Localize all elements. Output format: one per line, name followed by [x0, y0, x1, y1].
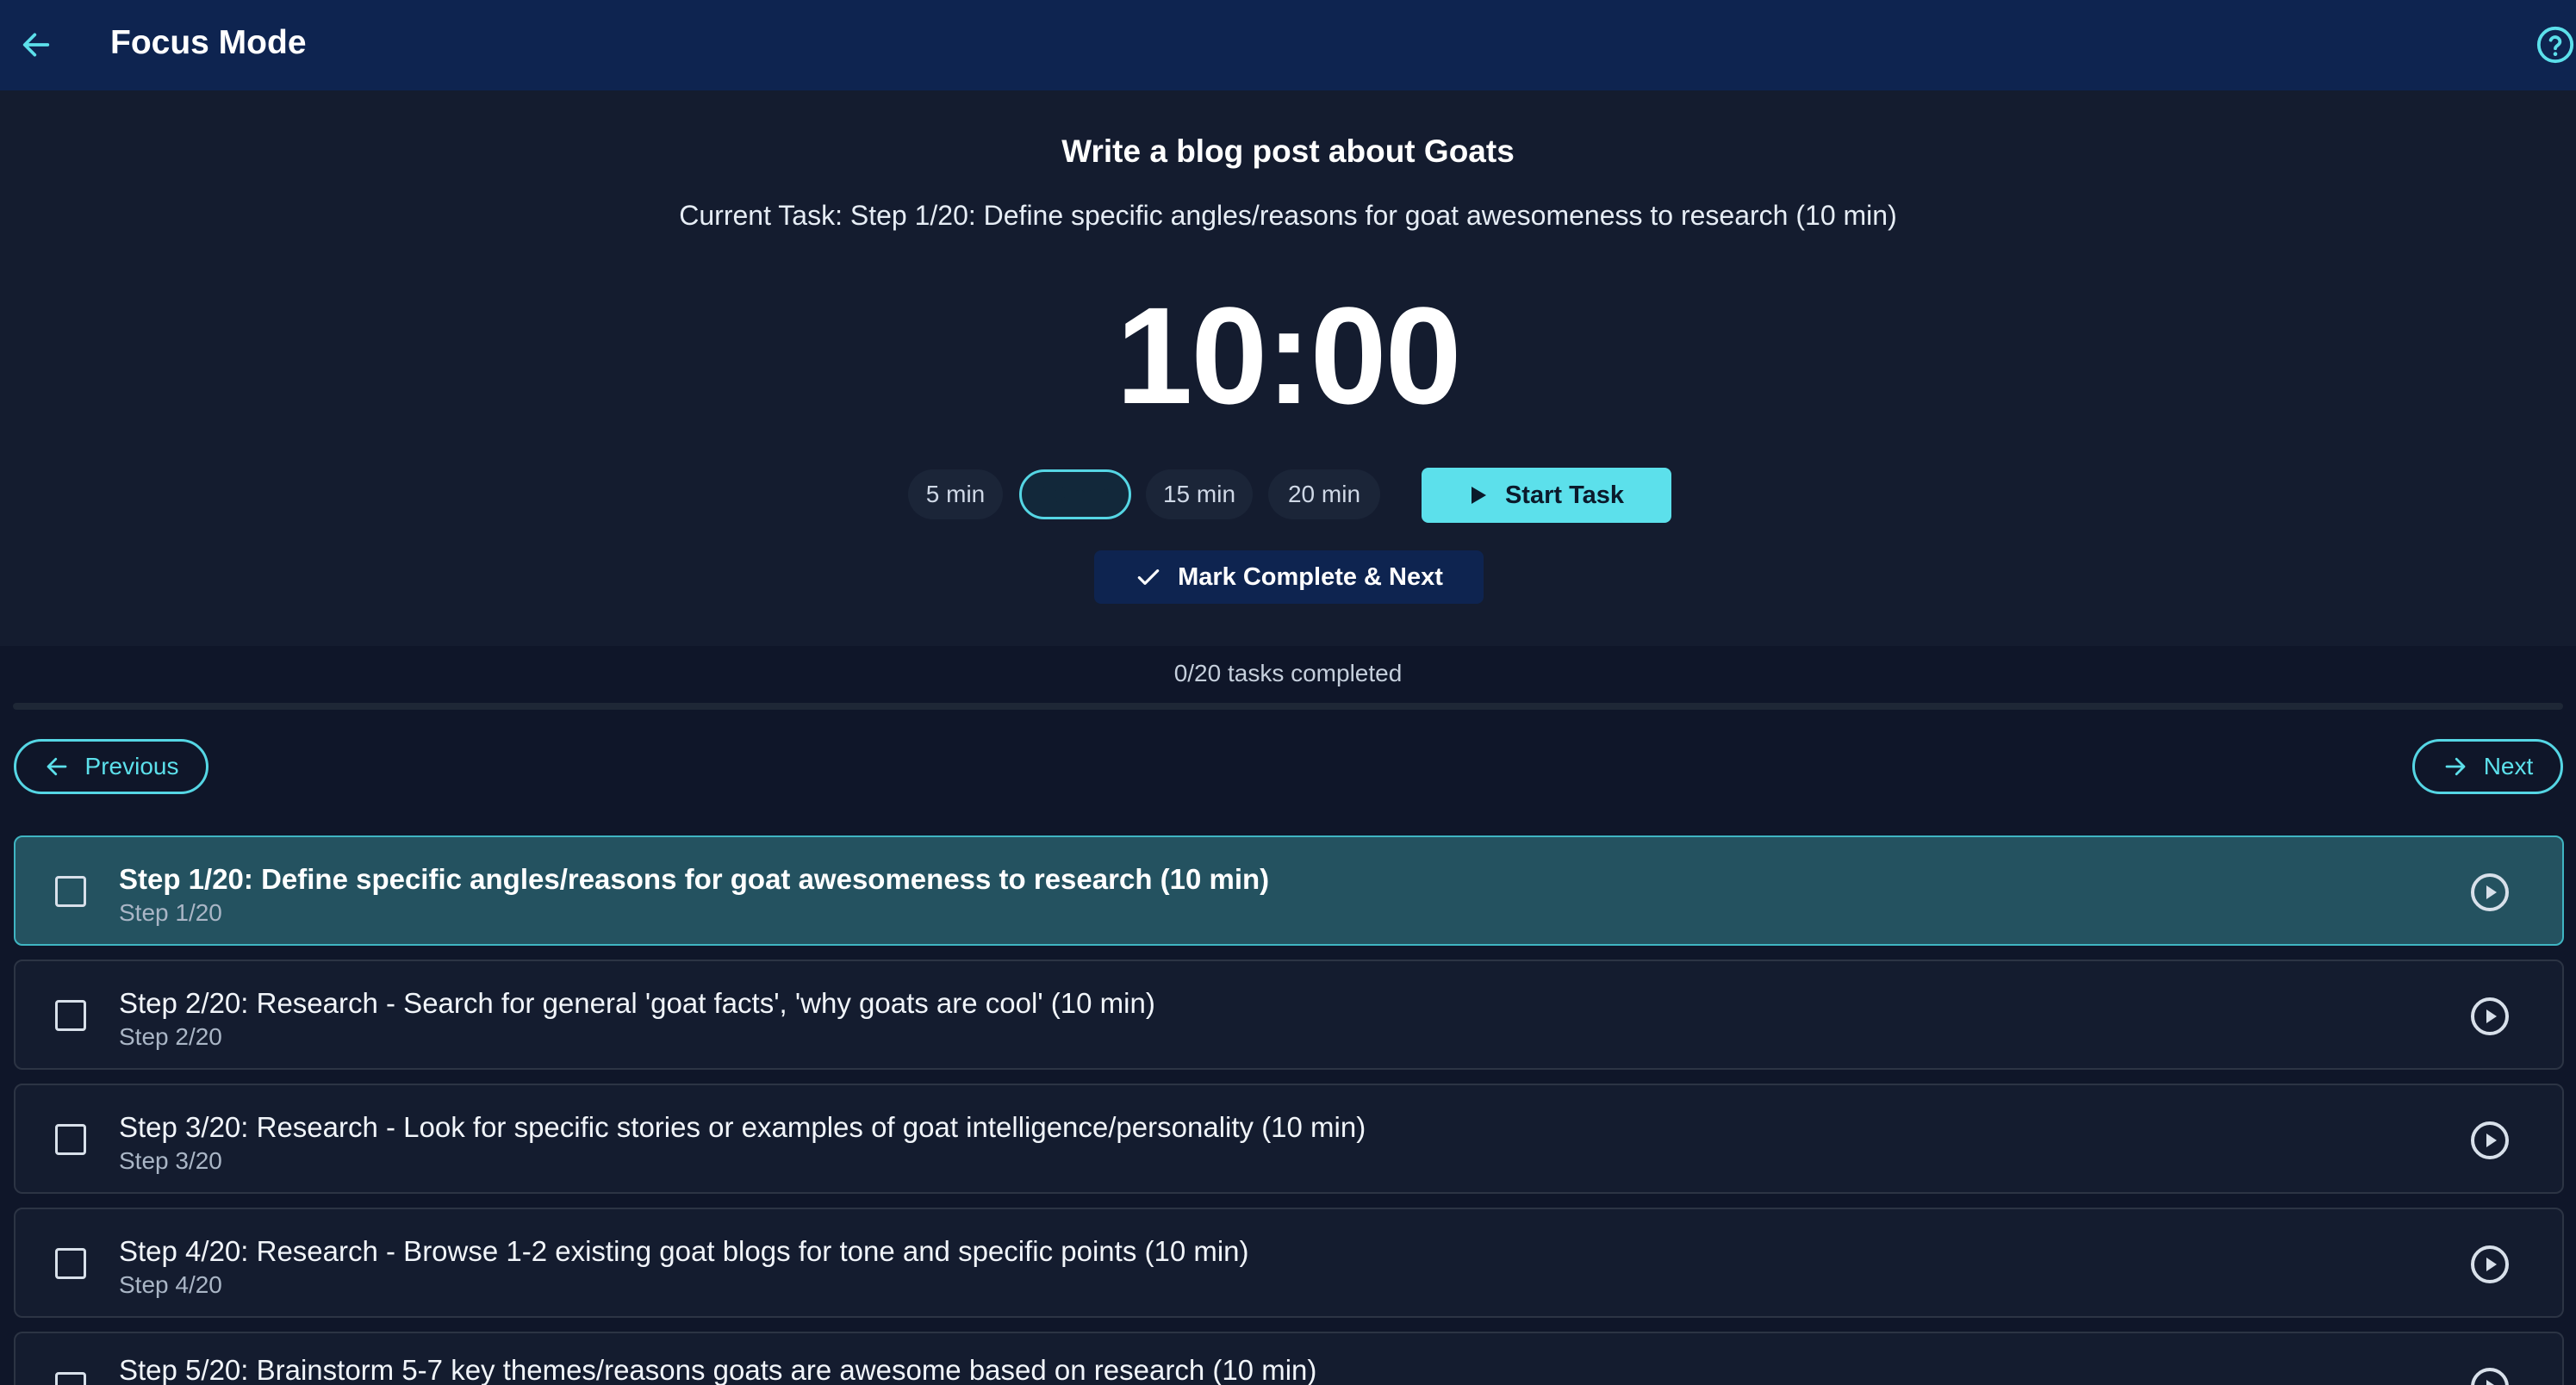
- task-title: Step 3/20: Research - Look for specific …: [119, 1111, 1366, 1143]
- progress-section: 0/20 tasks completed: [0, 646, 2576, 748]
- task-title: Step 4/20: Research - Browse 1-2 existin…: [119, 1235, 1249, 1267]
- duration-chip-20[interactable]: 20 min: [1268, 469, 1380, 519]
- duration-chip-10[interactable]: 10 min: [1019, 469, 1131, 519]
- mark-complete-next-button[interactable]: Mark Complete & Next: [1094, 550, 1484, 604]
- play-circle-icon[interactable]: [2469, 872, 2511, 913]
- task-title: Step 2/20: Research - Search for general…: [119, 987, 1155, 1019]
- page-title: Focus Mode: [110, 24, 307, 61]
- app-bar: Focus Mode: [0, 0, 2576, 90]
- check-icon: [1137, 569, 1160, 585]
- previous-button[interactable]: Previous: [14, 739, 208, 794]
- arrow-left-icon: [47, 757, 66, 776]
- help-circle-icon: [2536, 26, 2574, 64]
- play-circle-icon[interactable]: [2469, 1120, 2511, 1161]
- duration-chip-5[interactable]: 5 min: [908, 469, 1003, 519]
- back-button[interactable]: [16, 24, 57, 65]
- duration-chip-label: 10 min: [1038, 481, 1112, 507]
- task-checkbox[interactable]: [55, 1000, 86, 1031]
- timer-display: 10:00: [1116, 278, 1461, 432]
- task-checkbox[interactable]: [55, 1248, 86, 1279]
- task-checkbox[interactable]: [55, 1372, 86, 1385]
- task-row[interactable]: Step 3/20: Research - Look for specific …: [14, 1084, 2564, 1194]
- next-button[interactable]: Next: [2412, 739, 2563, 794]
- progress-text: 0/20 tasks completed: [1173, 660, 1403, 686]
- task-subtitle: Step 4/20: [119, 1271, 222, 1298]
- task-checkbox[interactable]: [55, 1124, 86, 1155]
- current-task-text: Current Task: Step 1/20: Define specific…: [679, 200, 1897, 231]
- duration-chip-label: 20 min: [1287, 481, 1361, 507]
- task-title: Step 1/20: Define specific angles/reason…: [119, 863, 1270, 895]
- task-row[interactable]: Step 2/20: Research - Search for general…: [14, 960, 2564, 1070]
- start-task-label: Start Task: [1504, 481, 1625, 509]
- task-checkbox[interactable]: [55, 876, 86, 907]
- duration-selector: 5 min 10 min 15 min 20 min: [0, 469, 2576, 523]
- play-circle-icon[interactable]: [2469, 1244, 2511, 1285]
- play-circle-icon[interactable]: [2469, 996, 2511, 1037]
- task-row[interactable]: Step 5/20: Brainstorm 5-7 key themes/rea…: [14, 1332, 2564, 1385]
- next-label: Next: [2483, 753, 2534, 779]
- task-row[interactable]: Step 4/20: Research - Browse 1-2 existin…: [14, 1208, 2564, 1318]
- help-button[interactable]: [2531, 21, 2576, 69]
- duration-chip-label: 15 min: [1162, 481, 1236, 507]
- mark-complete-label: Mark Complete & Next: [1178, 562, 1443, 591]
- focus-panel: Write a blog post about Goats Current Ta…: [0, 90, 2576, 646]
- duration-chip-label: 5 min: [925, 481, 986, 507]
- task-subtitle: Step 3/20: [119, 1147, 222, 1174]
- task-title: Step 5/20: Brainstorm 5-7 key themes/rea…: [119, 1354, 1317, 1385]
- task-subtitle: Step 1/20: [119, 899, 222, 926]
- arrow-right-icon: [2445, 757, 2466, 776]
- play-icon: [1471, 487, 1486, 504]
- previous-label: Previous: [84, 753, 179, 779]
- task-subtitle: Step 2/20: [119, 1023, 222, 1050]
- goal-title: Write a blog post about Goats: [1061, 134, 1515, 169]
- play-circle-icon[interactable]: [2469, 1366, 2511, 1385]
- progress-bar: [13, 703, 2563, 710]
- arrow-left-icon: [22, 33, 50, 57]
- task-row[interactable]: Step 1/20: Define specific angles/reason…: [14, 835, 2564, 946]
- start-task-button[interactable]: Start Task: [1422, 468, 1671, 523]
- duration-chip-15[interactable]: 15 min: [1146, 469, 1253, 519]
